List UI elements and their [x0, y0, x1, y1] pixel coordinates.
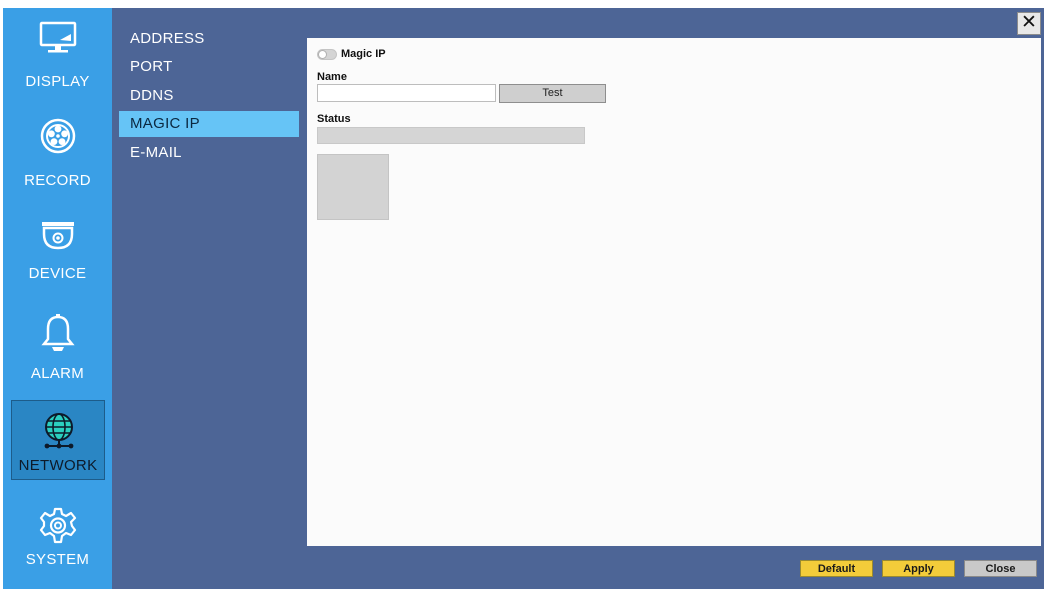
qr-code-placeholder	[317, 154, 389, 220]
toggle-knob	[318, 50, 327, 59]
gear-icon	[39, 507, 77, 544]
submenu-item-email[interactable]: E-MAIL	[119, 140, 299, 166]
network-submenu: ADDRESS PORT DDNS MAGIC IP E-MAIL	[112, 8, 306, 589]
magic-ip-panel: Magic IP Name Test Status	[307, 38, 1041, 546]
category-label: DISPLAY	[25, 73, 90, 90]
network-settings-window: DISPLAY RECORD DEVICE ALARM NETWORK SYST…	[3, 8, 1044, 589]
dome-camera-icon	[42, 222, 74, 250]
bell-icon	[41, 314, 75, 351]
close-button[interactable]: Close	[964, 560, 1037, 577]
category-label: RECORD	[24, 172, 91, 189]
category-device[interactable]: DEVICE	[3, 218, 112, 314]
close-window-button[interactable]: ✕	[1017, 12, 1041, 35]
category-sidebar: DISPLAY RECORD DEVICE ALARM NETWORK SYST…	[3, 8, 112, 589]
category-record[interactable]: RECORD	[3, 116, 112, 212]
default-button[interactable]: Default	[800, 560, 873, 577]
category-label: NETWORK	[18, 457, 98, 474]
category-label: ALARM	[30, 365, 85, 382]
magic-ip-toggle[interactable]	[317, 49, 337, 60]
apply-button[interactable]: Apply	[882, 560, 955, 577]
category-display[interactable]: DISPLAY	[3, 16, 112, 112]
record-reel-icon	[40, 118, 76, 154]
category-alarm[interactable]: ALARM	[3, 313, 112, 409]
category-label: SYSTEM	[25, 551, 90, 568]
network-globe-icon	[44, 413, 74, 449]
category-network[interactable]: NETWORK	[11, 400, 105, 480]
name-label: Name	[317, 71, 347, 83]
submenu-item-magic-ip[interactable]: MAGIC IP	[119, 111, 299, 137]
category-system[interactable]: SYSTEM	[3, 506, 112, 586]
display-icon	[39, 21, 77, 53]
submenu-item-ddns[interactable]: DDNS	[119, 83, 299, 109]
test-button[interactable]: Test	[499, 84, 606, 103]
status-label: Status	[317, 113, 351, 125]
name-input[interactable]	[317, 84, 496, 102]
category-label: DEVICE	[28, 265, 87, 282]
submenu-item-address[interactable]: ADDRESS	[119, 26, 299, 52]
submenu-item-port[interactable]: PORT	[119, 54, 299, 80]
status-field	[317, 127, 585, 144]
magic-ip-label: Magic IP	[341, 48, 386, 60]
